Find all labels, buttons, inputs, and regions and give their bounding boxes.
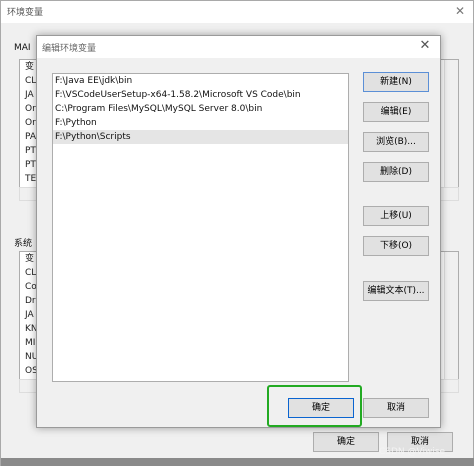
parent-ok-button[interactable]: 确定 [313,432,379,452]
parent-titlebar: 环境变量 ✕ [1,1,473,23]
watermark-text: CSDN @Viwise_ [379,447,450,457]
dialog-title: 编辑环境变量 [42,44,97,54]
path-entry[interactable]: F:\Java EE\jdk\bin [53,74,348,88]
dialog-titlebar: 编辑环境变量 ✕ [37,36,440,58]
system-list-scrollbar[interactable] [444,252,458,380]
edit-button[interactable]: 编辑(E) [363,102,429,122]
path-entry[interactable]: C:\Program Files\MySQL\MySQL Server 8.0\… [53,102,348,116]
taskbar-strip [1,458,474,466]
path-entries-list[interactable]: F:\Java EE\jdk\bin F:\VSCodeUserSetup-x6… [52,73,349,382]
user-variables-label: MAI [14,43,31,53]
path-entry[interactable]: F:\VSCodeUserSetup-x64-1.58.2\Microsoft … [53,88,348,102]
parent-close-icon[interactable]: ✕ [455,4,465,18]
move-up-button[interactable]: 上移(U) [363,206,429,226]
dialog-close-icon[interactable]: ✕ [416,37,434,55]
system-variables-label: 系统 [14,239,33,249]
delete-button[interactable]: 删除(D) [363,162,429,182]
browse-button[interactable]: 浏览(B)... [363,132,429,152]
new-button[interactable]: 新建(N) [363,72,429,92]
path-entry-selected[interactable]: F:\Python\Scripts [53,130,348,144]
ok-button[interactable]: 确定 [288,398,354,418]
path-entry[interactable]: F:\Python [53,116,348,130]
edit-text-button[interactable]: 编辑文本(T)... [363,281,429,301]
parent-window-title: 环境变量 [7,8,44,18]
cancel-button[interactable]: 取消 [363,398,429,418]
move-down-button[interactable]: 下移(O) [363,236,429,256]
user-list-scrollbar[interactable] [444,60,458,188]
edit-environment-variable-dialog: 编辑环境变量 ✕ F:\Java EE\jdk\bin F:\VSCodeUse… [36,35,441,428]
